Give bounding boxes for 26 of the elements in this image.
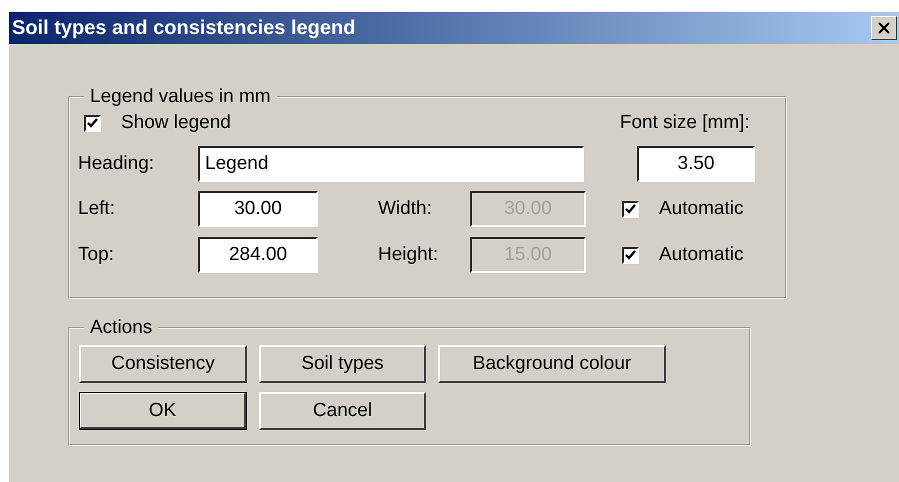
- font-size-field[interactable]: 3.50: [637, 146, 755, 182]
- field-label: Height:: [378, 244, 440, 266]
- field-label: Heading:: [78, 153, 156, 175]
- field-label: Top:: [78, 244, 115, 266]
- window-title: Soil types and consistencies legend: [12, 16, 356, 40]
- close-icon: [877, 22, 891, 34]
- action-button[interactable]: Cancel: [259, 392, 426, 430]
- group-title: Actions: [89, 317, 154, 339]
- field-label: Width:: [378, 198, 433, 220]
- heading-field[interactable]: Legend: [198, 146, 584, 182]
- input-field[interactable]: 30.00: [198, 191, 318, 227]
- action-button[interactable]: Consistency: [79, 345, 247, 383]
- checkbox-label: Show legend: [121, 112, 231, 134]
- checkbox-label: Automatic: [659, 244, 744, 266]
- action-button[interactable]: Background colour: [438, 345, 666, 383]
- close-button[interactable]: [871, 16, 897, 40]
- action-button[interactable]: OK: [79, 392, 247, 430]
- field-label: Font size [mm]:: [620, 112, 750, 134]
- checkbox[interactable]: [84, 114, 101, 132]
- field-label: Left:: [78, 198, 116, 220]
- action-button[interactable]: Soil types: [259, 345, 426, 383]
- checkbox-label: Automatic: [659, 198, 744, 220]
- group-title: Legend values in mm: [89, 86, 272, 108]
- input-field[interactable]: 284.00: [198, 237, 318, 273]
- checkbox[interactable]: [622, 200, 639, 218]
- checkbox[interactable]: [622, 246, 639, 264]
